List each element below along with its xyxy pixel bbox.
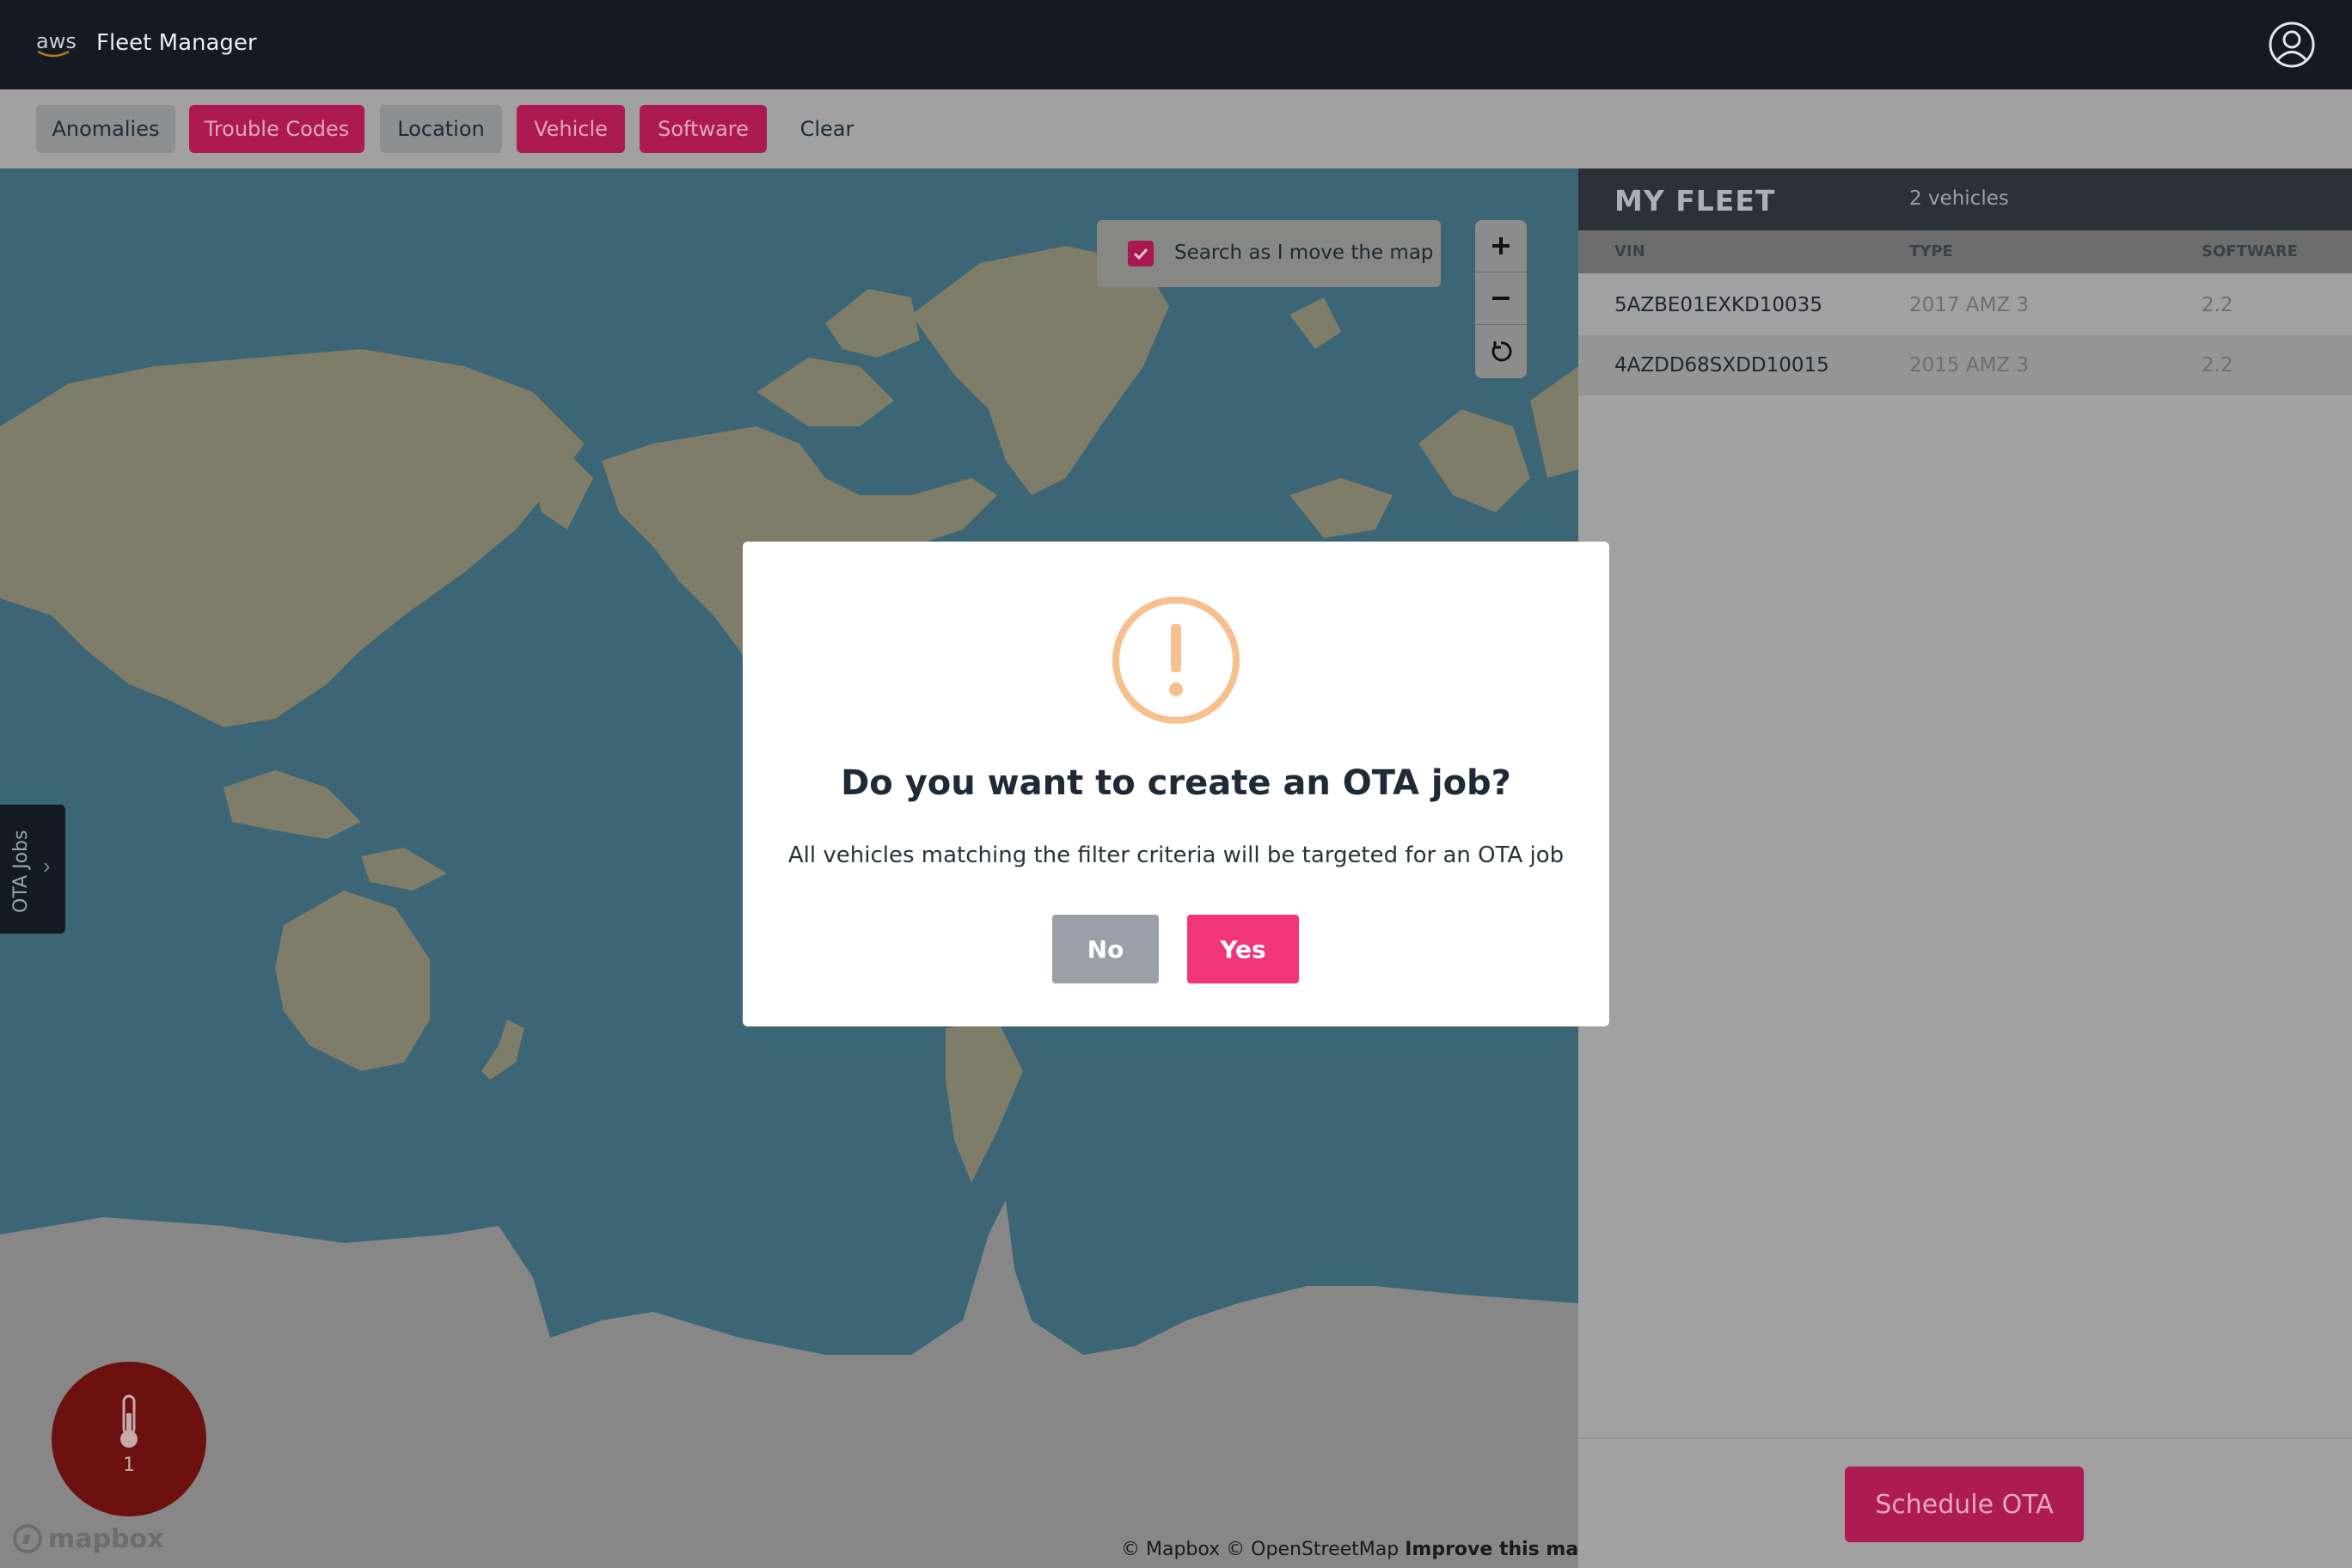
reset-bearing-button[interactable] — [1475, 325, 1527, 377]
user-circle-icon — [2269, 21, 2315, 68]
filter-software[interactable]: Software — [640, 105, 767, 153]
column-header-vin[interactable]: VIN — [1614, 242, 1645, 260]
minus-icon — [1492, 297, 1510, 300]
search-as-move-label: Search as I move the map — [1174, 242, 1434, 264]
vehicle-software: 2.2 — [2202, 294, 2233, 316]
fleet-panel: MY FLEET 2 vehicles VIN TYPE SOFTWARE 5A… — [1578, 168, 2352, 1568]
filter-vehicle[interactable]: Vehicle — [517, 105, 625, 153]
ota-jobs-label: OTA Jobs — [10, 830, 32, 913]
create-ota-job-dialog: Do you want to create an OTA job? All ve… — [743, 542, 1609, 1026]
mapbox-icon — [13, 1524, 42, 1553]
app-title[interactable]: Fleet Manager — [96, 30, 257, 56]
vehicle-vin: 4AZDD68SXDD10015 — [1614, 354, 1829, 377]
fleet-panel-header: MY FLEET 2 vehicles — [1578, 168, 2352, 230]
aws-logo[interactable]: aws — [36, 29, 77, 64]
panel-footer-divider — [1578, 1437, 2352, 1439]
user-profile-button[interactable] — [2268, 21, 2316, 69]
table-row[interactable]: 4AZDD68SXDD10015 2015 AMZ 3 2.2 — [1578, 335, 2352, 395]
vehicle-vin: 5AZBE01EXKD10035 — [1614, 294, 1822, 316]
filter-bar: Anomalies Trouble Codes Location Vehicle… — [0, 89, 2352, 168]
ota-jobs-drawer-tab[interactable]: OTA Jobs › — [0, 805, 65, 934]
checkmark-icon — [1133, 248, 1148, 260]
mapbox-logo[interactable]: mapbox — [12, 1522, 163, 1556]
map-attribution: © Mapbox © OpenStreetMap Improve this ma… — [1121, 1539, 1578, 1560]
temperature-alert-button[interactable]: 1 — [52, 1362, 206, 1516]
thermometer-icon — [120, 1394, 138, 1448]
rotate-icon — [1491, 340, 1512, 361]
no-button[interactable]: No — [1052, 915, 1159, 983]
zoom-in-button[interactable] — [1475, 220, 1527, 273]
chevron-right-icon: › — [43, 853, 51, 879]
fleet-table-header: VIN TYPE SOFTWARE — [1578, 230, 2352, 273]
clear-filters-button[interactable]: Clear — [786, 105, 868, 153]
vehicle-software: 2.2 — [2202, 354, 2233, 377]
table-row[interactable]: 5AZBE01EXKD10035 2017 AMZ 3 2.2 — [1578, 275, 2352, 335]
improve-map-link[interactable]: Improve this map — [1405, 1539, 1578, 1560]
aws-smile-icon — [37, 50, 70, 58]
map-zoom-controls — [1475, 220, 1527, 378]
plus-icon — [1492, 237, 1510, 254]
schedule-ota-button[interactable]: Schedule OTA — [1845, 1467, 2084, 1542]
search-as-move-control[interactable]: Search as I move the map — [1097, 220, 1441, 287]
mapbox-wordmark: mapbox — [48, 1523, 164, 1554]
zoom-out-button[interactable] — [1475, 273, 1527, 325]
filter-location[interactable]: Location — [380, 105, 502, 153]
top-navigation-bar: aws Fleet Manager — [0, 0, 2352, 89]
dialog-message: All vehicles matching the filter criteri… — [787, 842, 1565, 868]
vehicle-type: 2015 AMZ 3 — [1909, 354, 2030, 377]
yes-button[interactable]: Yes — [1187, 915, 1299, 983]
fleet-vehicle-count: 2 vehicles — [1909, 187, 2009, 210]
attribution-text[interactable]: © Mapbox © OpenStreetMap — [1121, 1539, 1399, 1560]
column-header-software[interactable]: SOFTWARE — [2202, 242, 2298, 260]
search-as-move-checkbox[interactable] — [1128, 241, 1154, 266]
temperature-alert-count: 1 — [123, 1455, 135, 1476]
dialog-title: Do you want to create an OTA job? — [841, 763, 1511, 803]
filter-anomalies[interactable]: Anomalies — [36, 105, 175, 153]
column-header-type[interactable]: TYPE — [1909, 242, 1953, 260]
vehicle-type: 2017 AMZ 3 — [1909, 294, 2030, 316]
fleet-title: MY FLEET — [1614, 184, 1776, 217]
warning-icon — [1111, 595, 1241, 726]
filter-trouble-codes[interactable]: Trouble Codes — [189, 105, 364, 153]
